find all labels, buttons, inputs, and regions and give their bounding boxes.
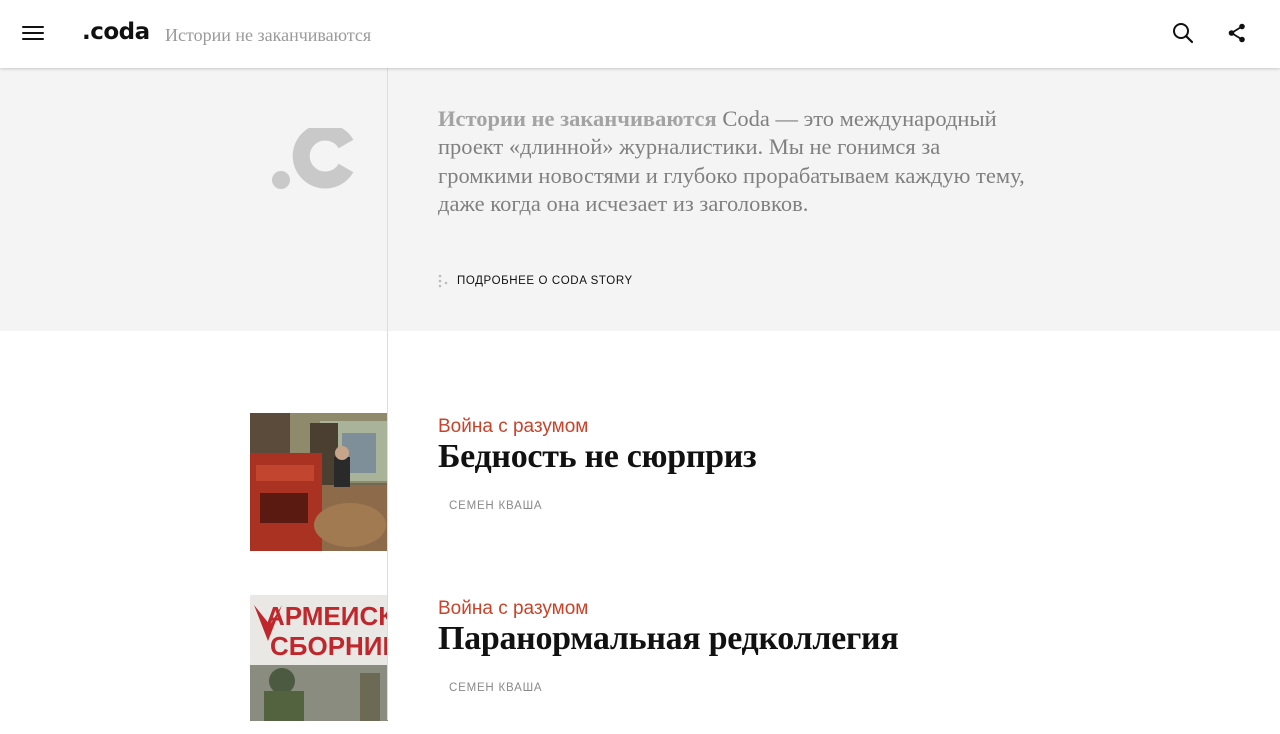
- share-icon[interactable]: [1225, 21, 1249, 45]
- dots-icon: [438, 274, 448, 288]
- site-logo[interactable]: .coda: [82, 19, 150, 45]
- intro-lead: Истории не заканчиваются: [438, 106, 717, 131]
- menu-icon[interactable]: [22, 24, 44, 42]
- thumb-text-line1: АРМЕИСК: [266, 601, 388, 631]
- search-icon[interactable]: [1171, 21, 1195, 45]
- article-card: АРМЕИСК СБОРНИК Война с разумом Паранорм…: [0, 594, 1280, 734]
- article-title[interactable]: Паранормальная редколлегия: [438, 620, 899, 658]
- site-tagline: Истории не заканчиваются: [165, 25, 372, 45]
- thumb-text-line2: СБОРНИК: [270, 631, 388, 661]
- article-card: Война с разумом Бедность не сюрприз СЕМЕ…: [0, 412, 1280, 552]
- intro-text: Истории не заканчиваются Coda — это межд…: [438, 105, 1028, 218]
- about-coda-label: ПОДРОБНЕЕ О CODA STORY: [457, 275, 633, 287]
- site-header: .coda Истории не заканчиваются: [0, 0, 1280, 68]
- article-thumbnail[interactable]: АРМЕИСК СБОРНИК: [250, 595, 388, 721]
- article-author[interactable]: СЕМЕН КВАША: [449, 500, 542, 512]
- coda-mark-logo: [270, 123, 360, 194]
- article-category[interactable]: Война с разумом: [438, 416, 588, 438]
- article-category[interactable]: Война с разумом: [438, 598, 588, 620]
- article-author[interactable]: СЕМЕН КВАША: [449, 682, 542, 694]
- vertical-divider: [387, 68, 388, 720]
- article-thumbnail[interactable]: [250, 413, 388, 551]
- article-title[interactable]: Бедность не сюрприз: [438, 438, 757, 476]
